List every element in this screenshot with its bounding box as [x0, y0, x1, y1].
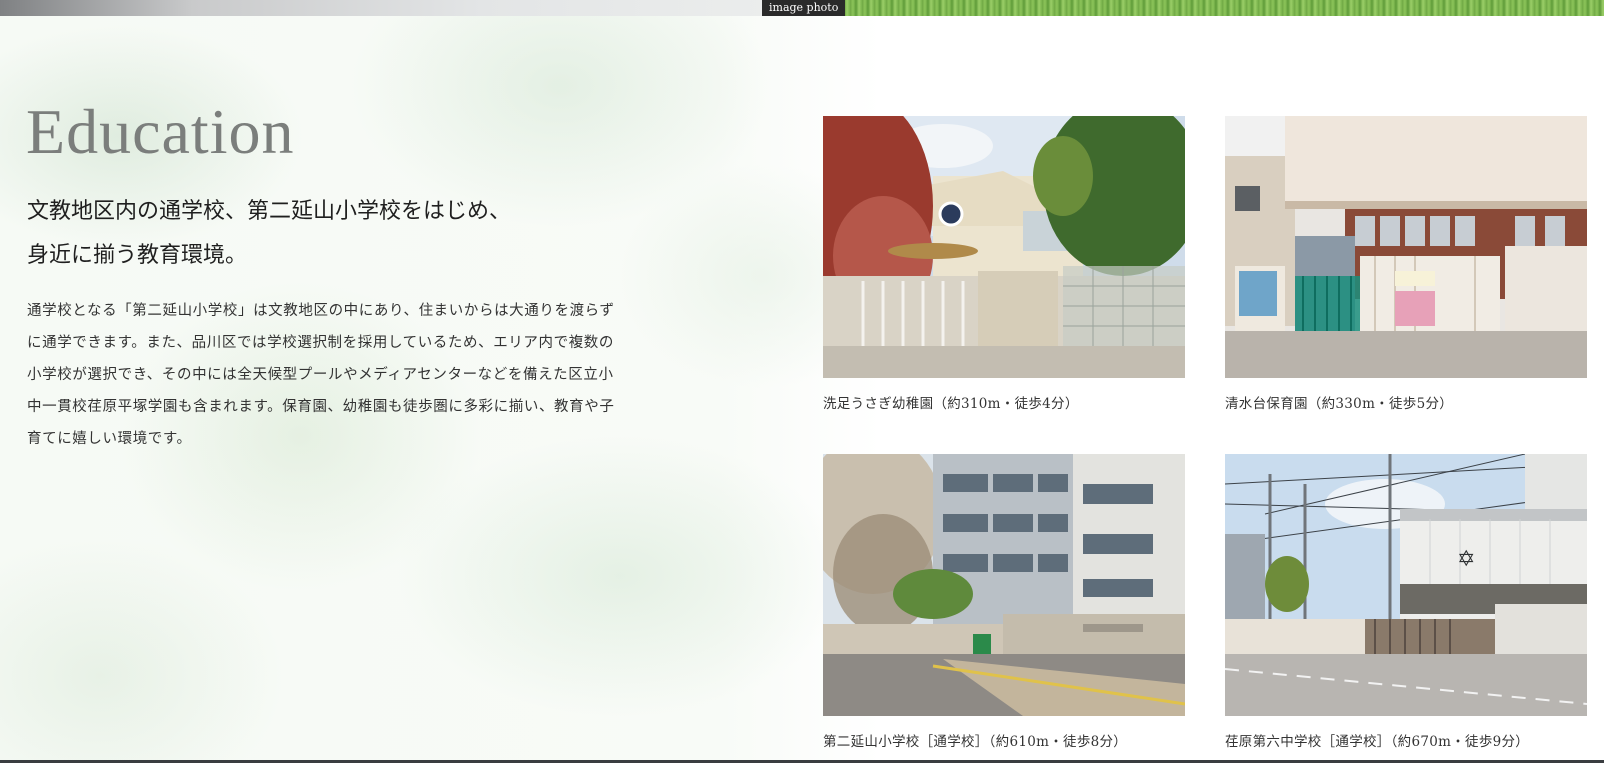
junior-high-school-photo: ✡	[1225, 454, 1587, 716]
kindergarten-photo	[823, 116, 1185, 378]
nursery-photo	[1225, 116, 1587, 378]
facility-card-nursery: 清水台保育園（約330m・徒歩5分）	[1225, 116, 1587, 412]
svg-text:✡: ✡	[1457, 547, 1475, 572]
grass-photo-strip	[838, 0, 1604, 16]
facility-card-kindergarten: 洗足うさぎ幼稚園（約310m・徒歩4分）	[823, 116, 1185, 412]
body-line: 通学校となる「第二延山小学校」は文教地区の中にあり、住まいからは大通りを渡らず	[27, 303, 615, 319]
facility-caption: 荏原第六中学校［通学校］（約670m・徒歩9分）	[1225, 734, 1530, 750]
facility-caption: 洗足うさぎ幼稚園（約310m・徒歩4分）	[823, 396, 1079, 412]
elementary-school-photo	[823, 454, 1185, 716]
body-line: に通学できます。また、品川区では学校選択制を採用しているため、エリア内で複数の	[27, 335, 615, 351]
facility-caption: 清水台保育園（約330m・徒歩5分）	[1225, 396, 1454, 412]
lead-heading: 文教地区内の通学校、第二延山小学校をはじめ、 身近に揃う教育環境。	[27, 190, 727, 278]
facility-caption: 第二延山小学校［通学校］（約610m・徒歩8分）	[823, 734, 1128, 750]
image-photo-tag: image photo	[762, 0, 846, 16]
body-line: 育てに嬉しい環境です。	[27, 431, 192, 447]
facility-card-elementary-school: 第二延山小学校［通学校］（約610m・徒歩8分）	[823, 454, 1185, 750]
lead-line: 身近に揃う教育環境。	[27, 243, 248, 268]
lead-line: 文教地区内の通学校、第二延山小学校をはじめ、	[27, 199, 512, 224]
body-line: 中一貫校荏原平塚学園も含まれます。保育園、幼稚園も徒歩圏に多彩に揃い、教育や子	[27, 399, 615, 415]
section-title: Education	[26, 96, 295, 167]
body-paragraph: 通学校となる「第二延山小学校」は文教地区の中にあり、住まいからは大通りを渡らず …	[27, 295, 667, 455]
body-line: 小学校が選択でき、その中には全天候型プールやメディアセンターなどを備えた区立小	[27, 367, 614, 383]
facility-card-junior-high-school: ✡ 荏原第六中学校［通学校］（約670m・徒歩9分）	[1225, 454, 1587, 750]
